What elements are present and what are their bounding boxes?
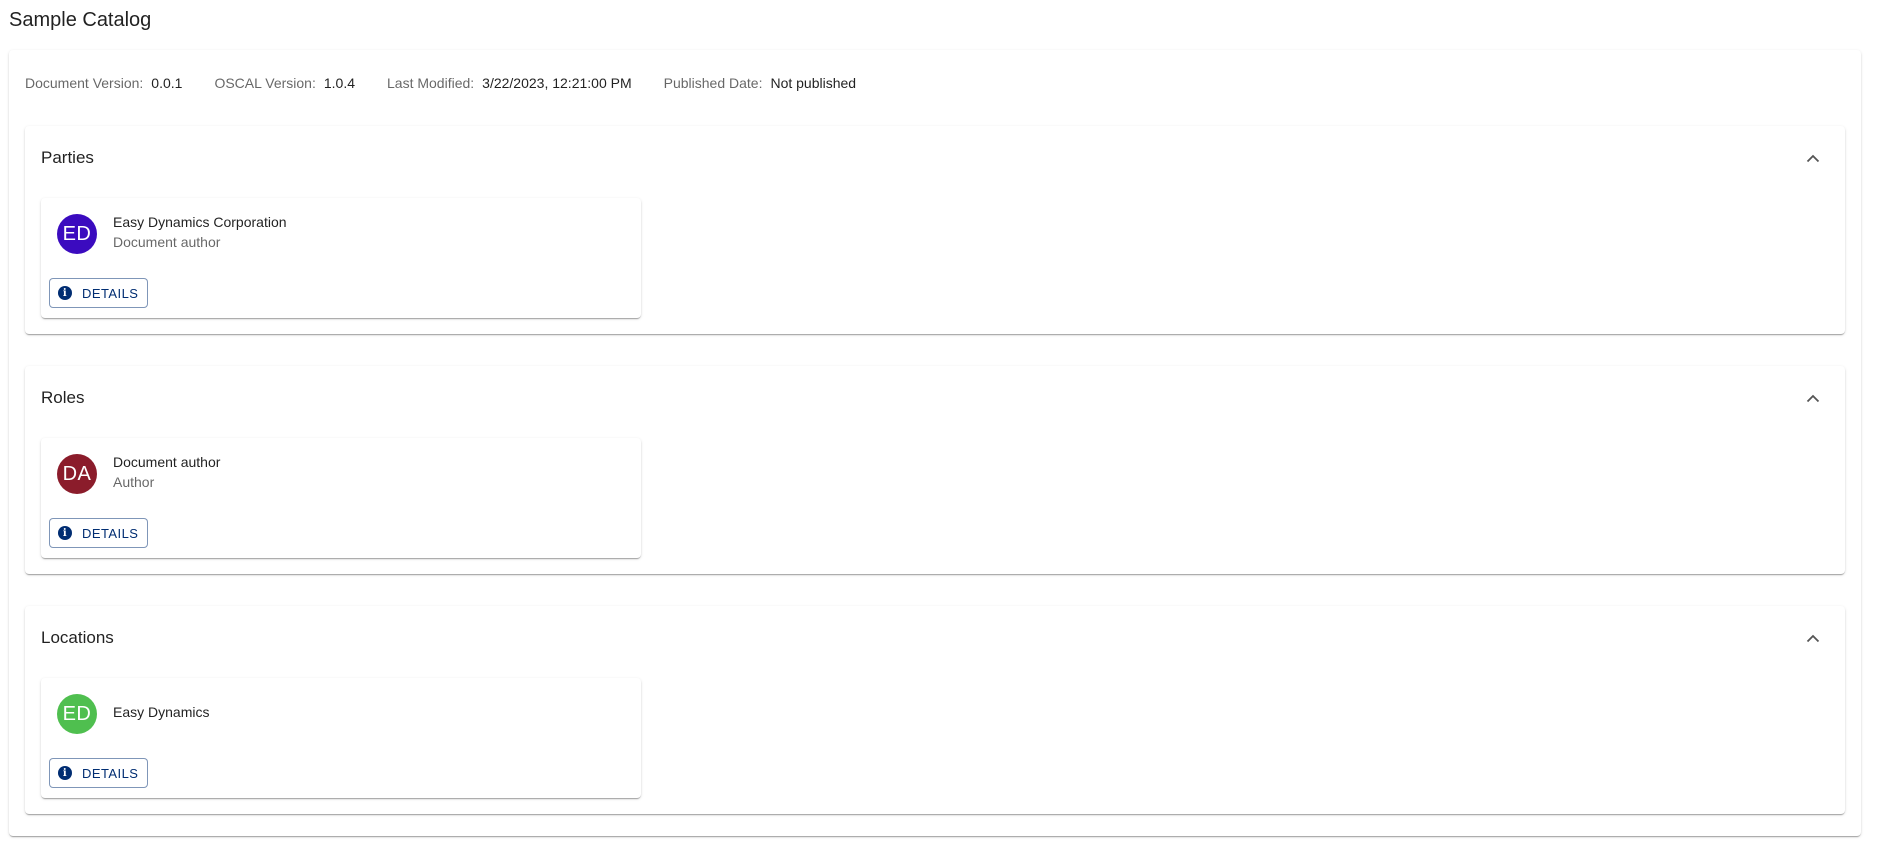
role-card: DA Document author Author i DETAILS: [41, 438, 641, 558]
meta-value: 1.0.4: [323, 75, 355, 91]
meta-oscal-version: OSCAL Version: 1.0.4: [214, 73, 355, 93]
details-button[interactable]: i DETAILS: [49, 518, 149, 548]
location-card: ED Easy Dynamics i DETAILS: [41, 678, 641, 798]
card-subtitle: Author: [113, 474, 155, 490]
chevron-up-icon[interactable]: [1801, 386, 1825, 410]
section-title: Parties: [41, 148, 94, 167]
catalog-paper: Document Version: 0.0.1 OSCAL Version: 1…: [9, 50, 1861, 836]
card-title: Document author: [113, 454, 221, 470]
meta-document-version: Document Version: 0.0.1: [25, 73, 182, 93]
meta-value: Not published: [770, 75, 857, 91]
details-button-label: DETAILS: [82, 525, 139, 541]
info-icon: i: [58, 766, 72, 780]
details-button-label: DETAILS: [82, 765, 139, 781]
section-title: Roles: [41, 388, 85, 407]
card-title: Easy Dynamics Corporation: [113, 214, 287, 230]
chevron-up-icon[interactable]: [1801, 146, 1825, 170]
avatar: ED: [57, 214, 97, 254]
meta-label: Last Modified:: [387, 75, 475, 91]
roles-section-header[interactable]: Roles: [25, 366, 1845, 430]
parties-section-header[interactable]: Parties: [25, 126, 1845, 190]
details-button[interactable]: i DETAILS: [49, 278, 149, 308]
card-title: Easy Dynamics: [113, 704, 210, 720]
avatar: DA: [57, 454, 97, 494]
details-button-label: DETAILS: [82, 285, 139, 301]
meta-label: OSCAL Version:: [214, 75, 316, 91]
page-title: Sample Catalog: [9, 9, 152, 31]
chevron-up-icon[interactable]: [1801, 626, 1825, 650]
roles-section: Roles DA Document author Author i DETAIL…: [25, 366, 1845, 574]
meta-last-modified: Last Modified: 3/22/2023, 12:21:00 PM: [387, 73, 632, 93]
meta-label: Published Date:: [663, 75, 763, 91]
locations-section: Locations ED Easy Dynamics i DETAILS: [25, 606, 1845, 814]
locations-section-header[interactable]: Locations: [25, 606, 1845, 670]
parties-section: Parties ED Easy Dynamics Corporation Doc…: [25, 126, 1845, 334]
metadata-row: Document Version: 0.0.1 OSCAL Version: 1…: [25, 73, 888, 93]
meta-value: 0.0.1: [151, 75, 183, 91]
card-subtitle: Document author: [113, 234, 221, 250]
info-icon: i: [58, 526, 72, 540]
avatar: ED: [57, 694, 97, 734]
party-card: ED Easy Dynamics Corporation Document au…: [41, 198, 641, 318]
info-icon: i: [58, 286, 72, 300]
details-button[interactable]: i DETAILS: [49, 758, 149, 788]
meta-label: Document Version:: [25, 75, 144, 91]
meta-value: 3/22/2023, 12:21:00 PM: [482, 75, 632, 91]
meta-published-date: Published Date: Not published: [664, 73, 856, 93]
section-title: Locations: [41, 628, 114, 647]
